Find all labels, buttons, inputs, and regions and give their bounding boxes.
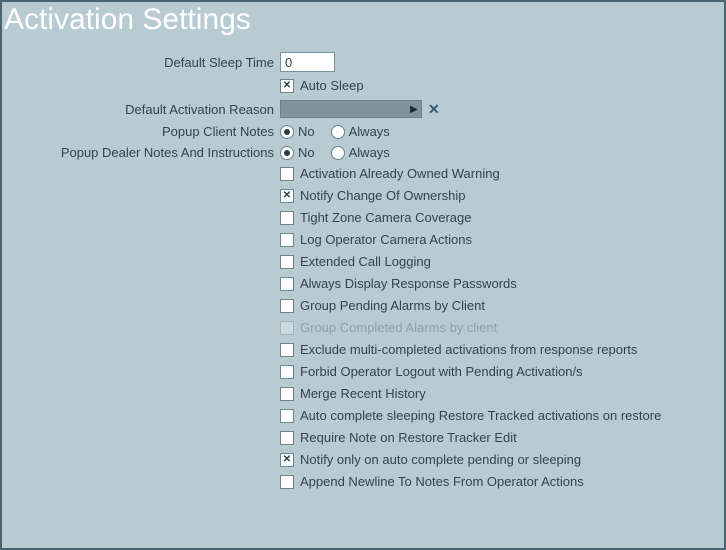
- dropdown-value: [281, 101, 407, 117]
- notify_change_of_ownership-checkbox[interactable]: [280, 189, 294, 203]
- row-append_newline_to_notes: Append Newline To Notes From Operator Ac…: [2, 474, 724, 489]
- forbid_operator_logout_pending-checkbox[interactable]: [280, 365, 294, 379]
- exclude_multi_completed_activations-label: Exclude multi-completed activations from…: [300, 342, 637, 357]
- label-default-sleep-time: Default Sleep Time: [2, 55, 280, 70]
- label-default-activation-reason: Default Activation Reason: [2, 102, 280, 117]
- row-auto-sleep: Auto Sleep: [2, 78, 724, 93]
- row-exclude_multi_completed_activations: Exclude multi-completed activations from…: [2, 342, 724, 357]
- auto_complete_sleeping_restore-label: Auto complete sleeping Restore Tracked a…: [300, 408, 661, 423]
- popup-client-notes-no-radio[interactable]: [280, 125, 294, 139]
- activation_already_owned_warning-checkbox[interactable]: [280, 167, 294, 181]
- row-notify_change_of_ownership: Notify Change Of Ownership: [2, 188, 724, 203]
- label-popup-client-notes: Popup Client Notes: [2, 124, 280, 139]
- row-require_note_on_restore_tracker_edit: Require Note on Restore Tracker Edit: [2, 430, 724, 445]
- require_note_on_restore_tracker_edit-checkbox[interactable]: [280, 431, 294, 445]
- row-popup-client-notes: Popup Client Notes No Always: [2, 124, 724, 139]
- group_completed_alarms_by_client-checkbox: [280, 321, 294, 335]
- auto-sleep-label: Auto Sleep: [300, 78, 364, 93]
- checkbox-list: Activation Already Owned Warning Notify C…: [2, 166, 724, 489]
- forbid_operator_logout_pending-label: Forbid Operator Logout with Pending Acti…: [300, 364, 583, 379]
- popup-dealer-notes-always-label: Always: [349, 145, 390, 160]
- row-default-sleep-time: Default Sleep Time: [2, 52, 724, 72]
- row-auto_complete_sleeping_restore: Auto complete sleeping Restore Tracked a…: [2, 408, 724, 423]
- tight_zone_camera_coverage-label: Tight Zone Camera Coverage: [300, 210, 472, 225]
- group_completed_alarms_by_client-label: Group Completed Alarms by client: [300, 320, 497, 335]
- popup-client-notes-always-label: Always: [349, 124, 390, 139]
- popup-client-notes-always-radio[interactable]: [331, 125, 345, 139]
- notify_only_on_auto_complete-label: Notify only on auto complete pending or …: [300, 452, 581, 467]
- require_note_on_restore_tracker_edit-label: Require Note on Restore Tracker Edit: [300, 430, 517, 445]
- auto_complete_sleeping_restore-checkbox[interactable]: [280, 409, 294, 423]
- group_pending_alarms_by_client-checkbox[interactable]: [280, 299, 294, 313]
- row-log_operator_camera_actions: Log Operator Camera Actions: [2, 232, 724, 247]
- append_newline_to_notes-label: Append Newline To Notes From Operator Ac…: [300, 474, 584, 489]
- tight_zone_camera_coverage-checkbox[interactable]: [280, 211, 294, 225]
- merge_recent_history-label: Merge Recent History: [300, 386, 426, 401]
- popup-dealer-notes-no-label: No: [298, 145, 315, 160]
- default-sleep-time-input[interactable]: [280, 52, 335, 72]
- page-title: Activation Settings: [2, 2, 724, 40]
- row-extended_call_logging: Extended Call Logging: [2, 254, 724, 269]
- auto-sleep-checkbox[interactable]: [280, 79, 294, 93]
- log_operator_camera_actions-label: Log Operator Camera Actions: [300, 232, 472, 247]
- row-group_pending_alarms_by_client: Group Pending Alarms by Client: [2, 298, 724, 313]
- extended_call_logging-label: Extended Call Logging: [300, 254, 431, 269]
- row-merge_recent_history: Merge Recent History: [2, 386, 724, 401]
- always_display_response_passwords-label: Always Display Response Passwords: [300, 276, 517, 291]
- always_display_response_passwords-checkbox[interactable]: [280, 277, 294, 291]
- popup-client-notes-no-label: No: [298, 124, 315, 139]
- append_newline_to_notes-checkbox[interactable]: [280, 475, 294, 489]
- clear-activation-reason-icon[interactable]: ✕: [428, 101, 440, 118]
- row-always_display_response_passwords: Always Display Response Passwords: [2, 276, 724, 291]
- merge_recent_history-checkbox[interactable]: [280, 387, 294, 401]
- label-popup-dealer-notes: Popup Dealer Notes And Instructions: [2, 145, 280, 160]
- row-activation_already_owned_warning: Activation Already Owned Warning: [2, 166, 724, 181]
- row-popup-dealer-notes: Popup Dealer Notes And Instructions No A…: [2, 145, 724, 160]
- row-tight_zone_camera_coverage: Tight Zone Camera Coverage: [2, 210, 724, 225]
- row-group_completed_alarms_by_client: Group Completed Alarms by client: [2, 320, 724, 335]
- extended_call_logging-checkbox[interactable]: [280, 255, 294, 269]
- row-forbid_operator_logout_pending: Forbid Operator Logout with Pending Acti…: [2, 364, 724, 379]
- settings-form: Default Sleep Time Auto Sleep Default Ac…: [2, 40, 724, 489]
- popup-dealer-notes-no-radio[interactable]: [280, 146, 294, 160]
- activation-settings-window: Activation Settings { "title": "Activati…: [0, 0, 726, 550]
- group_pending_alarms_by_client-label: Group Pending Alarms by Client: [300, 298, 485, 313]
- dropdown-arrow-icon: ▶: [407, 104, 421, 115]
- row-default-activation-reason: Default Activation Reason ▶ ✕: [2, 100, 724, 118]
- default-activation-reason-dropdown[interactable]: ▶: [280, 100, 422, 118]
- log_operator_camera_actions-checkbox[interactable]: [280, 233, 294, 247]
- row-notify_only_on_auto_complete: Notify only on auto complete pending or …: [2, 452, 724, 467]
- notify_change_of_ownership-label: Notify Change Of Ownership: [300, 188, 465, 203]
- exclude_multi_completed_activations-checkbox[interactable]: [280, 343, 294, 357]
- notify_only_on_auto_complete-checkbox[interactable]: [280, 453, 294, 467]
- activation_already_owned_warning-label: Activation Already Owned Warning: [300, 166, 500, 181]
- popup-dealer-notes-always-radio[interactable]: [331, 146, 345, 160]
